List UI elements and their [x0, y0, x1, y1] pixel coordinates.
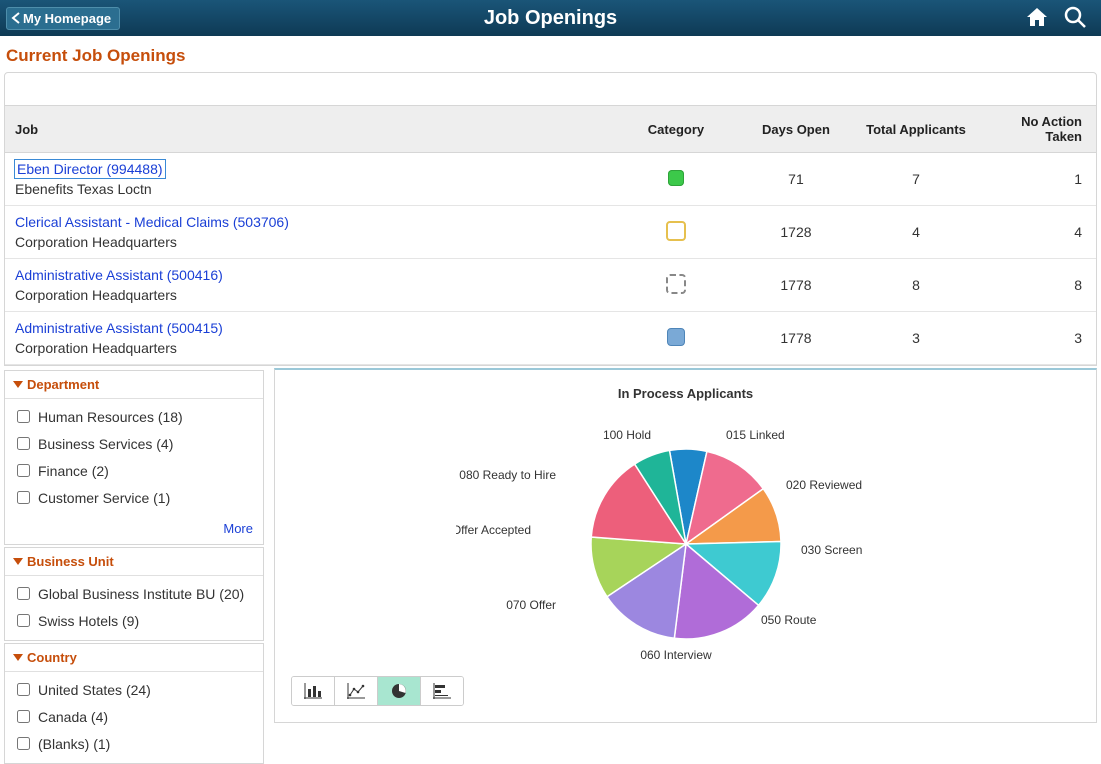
toolbar-blank — [5, 73, 1096, 106]
facet-item[interactable]: Business Services (4) — [13, 430, 255, 457]
cell-days: 1728 — [736, 206, 856, 259]
cell-days: 1778 — [736, 312, 856, 365]
facet-checkbox[interactable] — [17, 710, 30, 723]
facet-label: Human Resources (18) — [38, 409, 183, 425]
facet-checkbox[interactable] — [17, 683, 30, 696]
facet-item[interactable]: Global Business Institute BU (20) — [13, 580, 255, 607]
facet-item[interactable]: (Blanks) (1) — [13, 730, 255, 757]
col-days: Days Open — [736, 106, 856, 153]
category-badge — [666, 221, 686, 241]
job-location: Corporation Headquarters — [15, 234, 606, 250]
jobs-table: Job Category Days Open Total Applicants … — [5, 106, 1096, 365]
pie-chart-icon[interactable] — [378, 677, 421, 705]
job-link[interactable]: Administrative Assistant (500416) — [15, 267, 223, 283]
facet-item[interactable]: United States (24) — [13, 676, 255, 703]
facet-header[interactable]: Department — [5, 371, 263, 399]
cell-no_action: 4 — [976, 206, 1096, 259]
job-link[interactable]: Clerical Assistant - Medical Claims (503… — [15, 214, 289, 230]
caret-down-icon — [13, 381, 23, 389]
facet-item[interactable]: Customer Service (1) — [13, 484, 255, 511]
pie-label: 071 Offer Accepted — [456, 523, 531, 537]
facet-item[interactable]: Swiss Hotels (9) — [13, 607, 255, 634]
table-row: Clerical Assistant - Medical Claims (503… — [5, 206, 1096, 259]
job-link[interactable]: Eben Director (994488) — [15, 160, 165, 178]
col-category: Category — [616, 106, 736, 153]
section-title: Current Job Openings — [0, 36, 1101, 70]
facet-label: Business Services (4) — [38, 436, 173, 452]
chart-title: In Process Applicants — [291, 386, 1080, 401]
facet-business-unit: Business Unit Global Business Institute B… — [4, 547, 264, 641]
col-total: Total Applicants — [856, 106, 976, 153]
cell-total: 3 — [856, 312, 976, 365]
facet-checkbox[interactable] — [17, 587, 30, 600]
cell-total: 4 — [856, 206, 976, 259]
search-icon[interactable] — [1063, 5, 1087, 32]
pie-label: 100 Hold — [602, 428, 650, 442]
facet-header[interactable]: Country — [5, 644, 263, 672]
chart-panel: In Process Applicants 015 Linked 020 Revi… — [274, 368, 1097, 723]
job-link[interactable]: Administrative Assistant (500415) — [15, 320, 223, 336]
pie-label: 080 Ready to Hire — [459, 468, 556, 482]
line-chart-icon[interactable] — [335, 677, 378, 705]
facet-label: United States (24) — [38, 682, 151, 698]
pie-chart: 015 Linked 020 Reviewed 030 Screen 050 Rout… — [456, 409, 916, 669]
cell-no_action: 8 — [976, 259, 1096, 312]
facet-more-link[interactable]: More — [223, 521, 253, 536]
pie-label: 070 Offer — [506, 598, 556, 612]
cell-total: 8 — [856, 259, 976, 312]
pie-label: 030 Screen — [801, 543, 862, 557]
facet-checkbox[interactable] — [17, 491, 30, 504]
pie-label: 050 Route — [761, 613, 817, 627]
cell-no_action: 3 — [976, 312, 1096, 365]
facet-checkbox[interactable] — [17, 614, 30, 627]
facet-item[interactable]: Finance (2) — [13, 457, 255, 484]
facet-country: Country United States (24) Canada (4) (Blan… — [4, 643, 264, 764]
page-title: Job Openings — [0, 7, 1101, 30]
cell-days: 1778 — [736, 259, 856, 312]
cell-days: 71 — [736, 153, 856, 206]
facet-label: Customer Service (1) — [38, 490, 170, 506]
cell-total: 7 — [856, 153, 976, 206]
facet-checkbox[interactable] — [17, 464, 30, 477]
facet-label: Swiss Hotels (9) — [38, 613, 139, 629]
hbar-chart-icon[interactable] — [421, 677, 463, 705]
facet-checkbox[interactable] — [17, 410, 30, 423]
category-badge — [666, 274, 686, 294]
caret-down-icon — [13, 654, 23, 662]
table-row: Eben Director (994488) Ebenefits Texas Lo… — [5, 153, 1096, 206]
job-location: Corporation Headquarters — [15, 340, 606, 356]
cell-no_action: 1 — [976, 153, 1096, 206]
facet-header[interactable]: Business Unit — [5, 548, 263, 576]
facet-label: Global Business Institute BU (20) — [38, 586, 244, 602]
facet-checkbox[interactable] — [17, 437, 30, 450]
category-badge — [667, 328, 685, 346]
facet-label: Finance (2) — [38, 463, 109, 479]
job-location: Ebenefits Texas Loctn — [15, 181, 606, 197]
bar-chart-icon[interactable] — [292, 677, 335, 705]
facet-label: (Blanks) (1) — [38, 736, 110, 752]
facet-checkbox[interactable] — [17, 737, 30, 750]
job-location: Corporation Headquarters — [15, 287, 606, 303]
pie-label: 015 Linked — [726, 428, 785, 442]
col-noaction: No Action Taken — [976, 106, 1096, 153]
category-badge — [668, 170, 684, 186]
col-job: Job — [5, 106, 616, 153]
chart-toolbar — [291, 676, 464, 706]
pie-label: 060 Interview — [640, 648, 712, 662]
facet-item[interactable]: Human Resources (18) — [13, 403, 255, 430]
pie-label: 020 Reviewed — [786, 478, 862, 492]
facet-item[interactable]: Canada (4) — [13, 703, 255, 730]
facet-label: Canada (4) — [38, 709, 108, 725]
home-icon[interactable] — [1025, 6, 1049, 31]
caret-down-icon — [13, 558, 23, 566]
table-row: Administrative Assistant (500415) Corpora… — [5, 312, 1096, 365]
table-row: Administrative Assistant (500416) Corpora… — [5, 259, 1096, 312]
facet-department: Department Human Resources (18) Business S… — [4, 370, 264, 545]
